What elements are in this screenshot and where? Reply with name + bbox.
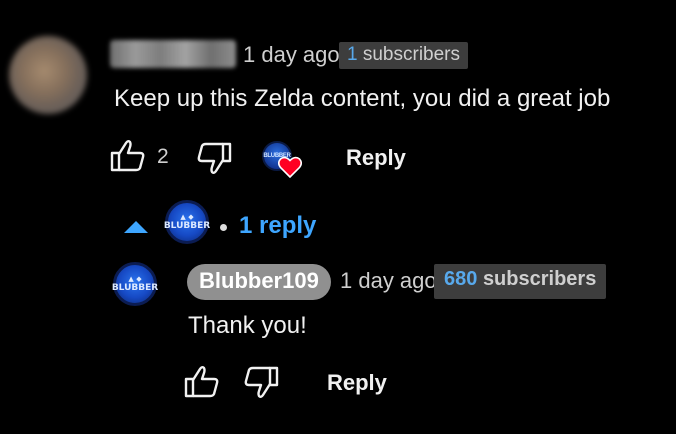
commenter-avatar[interactable]: [9, 36, 87, 114]
separator-dot: [220, 224, 227, 231]
reply-author-name[interactable]: Blubber109: [187, 264, 331, 300]
avatar-text: BLUBBER: [111, 282, 159, 293]
like-count: 2: [157, 145, 169, 168]
reply-text: Thank you!: [188, 312, 307, 339]
heart-icon: [278, 156, 302, 178]
subscriber-label: subscribers: [482, 268, 597, 290]
thumbs-up-icon[interactable]: [110, 139, 146, 173]
thumbs-up-icon[interactable]: [184, 365, 220, 399]
reply-button[interactable]: Reply: [346, 145, 406, 171]
subscriber-count: 1: [347, 44, 358, 65]
avatar-emblem: ▲ ◆: [128, 274, 142, 283]
thumbs-down-icon[interactable]: [243, 365, 279, 399]
triangle-up-icon[interactable]: [124, 220, 148, 233]
commenter-name-redacted[interactable]: [110, 40, 236, 68]
avatar-text: BLUBBER: [163, 220, 211, 231]
comment-timestamp[interactable]: 1 day ago: [243, 42, 340, 68]
comment-subscriber-badge: 1 subscribers: [339, 42, 469, 69]
comment-text: Keep up this Zelda content, you did a gr…: [114, 85, 611, 112]
replies-toggle-link[interactable]: 1 reply: [239, 212, 316, 240]
reply-timestamp[interactable]: 1 day ago: [340, 268, 437, 294]
thumbs-down-icon[interactable]: [196, 141, 232, 175]
avatar-emblem: ▲ ◆: [180, 212, 194, 221]
replier-avatar-small[interactable]: ▲ ◆ BLUBBER: [163, 200, 211, 244]
reply-button[interactable]: Reply: [327, 370, 387, 396]
reply-subscriber-badge: 680 subscribers: [434, 264, 607, 299]
reply-author-avatar[interactable]: ▲ ◆ BLUBBER: [111, 262, 159, 306]
subscriber-count: 680: [444, 268, 478, 290]
subscriber-label: subscribers: [362, 44, 461, 65]
